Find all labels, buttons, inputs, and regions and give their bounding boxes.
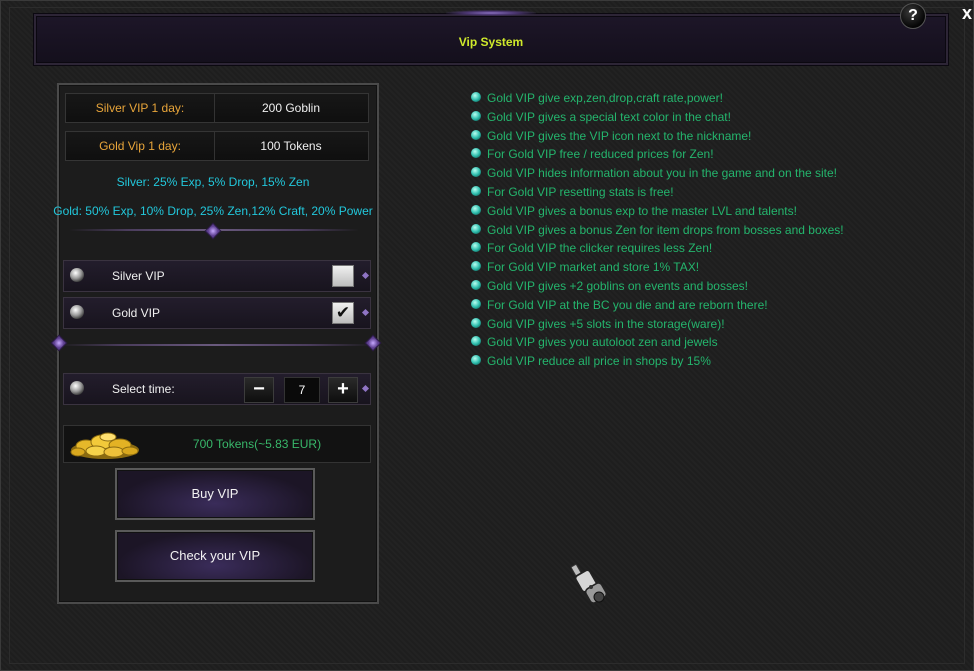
vip-purchase-panel: Silver VIP 1 day: 200 Goblin Gold Vip 1 … bbox=[53, 83, 379, 604]
list-item: Gold VIP gives a special text color in t… bbox=[471, 108, 941, 127]
feature-text: Gold VIP reduce all price in shops by 15… bbox=[487, 354, 711, 369]
silver-vip-label: Silver VIP bbox=[112, 269, 165, 283]
list-item: Gold VIP gives +5 slots in the storage(w… bbox=[471, 315, 941, 334]
list-item: For Gold VIP resetting stats is free! bbox=[471, 183, 941, 202]
gold-vip-checkbox[interactable]: ✔ bbox=[332, 302, 354, 324]
ornament-gem-icon bbox=[361, 384, 370, 393]
list-item: Gold VIP gives a bonus Zen for item drop… bbox=[471, 221, 941, 240]
title-ornament bbox=[446, 10, 536, 16]
divider-gem-icon bbox=[204, 222, 222, 240]
list-item: Gold VIP gives the VIP icon next to the … bbox=[471, 127, 941, 146]
list-item: Gold VIP hides information about you in … bbox=[471, 164, 941, 183]
ornament-gem-icon bbox=[361, 271, 370, 280]
decrease-time-button[interactable]: − bbox=[244, 377, 274, 403]
divider bbox=[59, 344, 373, 346]
feature-text: Gold VIP gives a bonus Zen for item drop… bbox=[487, 222, 844, 237]
gauntlet-cursor-icon bbox=[570, 564, 608, 604]
bullet-orb-icon bbox=[471, 261, 481, 272]
time-value-input[interactable]: 7 bbox=[284, 377, 320, 403]
silver-price-label: Silver VIP 1 day: bbox=[66, 94, 215, 122]
increase-time-button[interactable]: + bbox=[328, 377, 358, 403]
gold-price-value: 100 Tokens bbox=[260, 139, 322, 153]
silver-vip-checkbox[interactable] bbox=[332, 265, 354, 287]
bullet-orb-icon bbox=[471, 317, 481, 328]
bullet-orb-icon bbox=[471, 298, 481, 309]
silver-vip-option[interactable]: Silver VIP bbox=[63, 260, 371, 292]
feature-text: Gold VIP gives the VIP icon next to the … bbox=[487, 128, 752, 143]
feature-text: Gold VIP gives +5 slots in the storage(w… bbox=[487, 316, 725, 331]
bullet-orb-icon bbox=[471, 279, 481, 290]
silver-price-value: 200 Goblin bbox=[261, 101, 321, 115]
gold-price-row: Gold Vip 1 day: 100 Tokens bbox=[65, 131, 369, 161]
bullet-orb-icon bbox=[471, 129, 481, 140]
orb-icon bbox=[70, 268, 84, 282]
feature-text: For Gold VIP the clicker requires less Z… bbox=[487, 241, 713, 256]
feature-text: Gold VIP gives a special text color in t… bbox=[487, 109, 731, 124]
bullet-orb-icon bbox=[471, 355, 481, 366]
total-cost-row: 700 Tokens(~5.83 EUR) bbox=[63, 425, 371, 463]
check-vip-button[interactable]: Check your VIP bbox=[115, 530, 315, 582]
bullet-orb-icon bbox=[471, 336, 481, 347]
help-button[interactable]: ? bbox=[900, 3, 926, 29]
silver-price-row: Silver VIP 1 day: 200 Goblin bbox=[65, 93, 369, 123]
bullet-orb-icon bbox=[471, 92, 481, 102]
gold-vip-label: Gold VIP bbox=[112, 306, 161, 320]
orb-icon bbox=[70, 305, 84, 319]
gold-bonus-text: Gold: 50% Exp, 10% Drop, 25% Zen,12% Cra… bbox=[53, 204, 373, 218]
list-item: For Gold VIP market and store 1% TAX! bbox=[471, 258, 941, 277]
window-title: Vip System bbox=[458, 35, 524, 49]
ornament-gem-icon bbox=[361, 308, 370, 317]
bullet-orb-icon bbox=[471, 110, 481, 121]
list-item: For Gold VIP the clicker requires less Z… bbox=[471, 239, 941, 258]
feature-text: For Gold VIP market and store 1% TAX! bbox=[487, 260, 700, 275]
vip-features-list: Gold VIP give exp,zen,drop,craft rate,po… bbox=[471, 89, 941, 371]
select-time-label: Select time: bbox=[112, 382, 175, 396]
silver-bonus-text: Silver: 25% Exp, 5% Drop, 15% Zen bbox=[116, 175, 310, 189]
feature-text: Gold VIP give exp,zen,drop,craft rate,po… bbox=[487, 91, 723, 105]
feature-text: Gold VIP gives you autoloot zen and jewe… bbox=[487, 335, 718, 350]
bullet-orb-icon bbox=[471, 167, 481, 178]
feature-text: For Gold VIP at the BC you die and are r… bbox=[487, 297, 768, 312]
list-item: Gold VIP reduce all price in shops by 15… bbox=[471, 352, 941, 371]
list-item: For Gold VIP at the BC you die and are r… bbox=[471, 296, 941, 315]
list-item: Gold VIP gives +2 goblins on events and … bbox=[471, 277, 941, 296]
feature-text: Gold VIP gives +2 goblins on events and … bbox=[487, 278, 748, 293]
gold-vip-option[interactable]: Gold VIP ✔ bbox=[63, 297, 371, 329]
bullet-orb-icon bbox=[471, 185, 481, 196]
list-item: Gold VIP give exp,zen,drop,craft rate,po… bbox=[471, 89, 941, 108]
feature-text: Gold VIP gives a bonus exp to the master… bbox=[487, 203, 797, 218]
select-time-row: Select time: − 7 + bbox=[63, 373, 371, 405]
total-cost-text: 700 Tokens(~5.83 EUR) bbox=[192, 437, 322, 451]
feature-text: For Gold VIP free / reduced prices for Z… bbox=[487, 147, 714, 162]
feature-text: Gold VIP hides information about you in … bbox=[487, 166, 838, 181]
close-button[interactable]: x bbox=[959, 2, 974, 24]
list-item: Gold VIP gives a bonus exp to the master… bbox=[471, 202, 941, 221]
list-item: Gold VIP gives you autoloot zen and jewe… bbox=[471, 333, 941, 352]
bullet-orb-icon bbox=[471, 148, 481, 159]
gold-coins-icon bbox=[70, 432, 139, 459]
bullet-orb-icon bbox=[471, 223, 481, 234]
bullet-orb-icon bbox=[471, 242, 481, 253]
title-bar: Vip System bbox=[34, 10, 948, 65]
gold-price-label: Gold Vip 1 day: bbox=[66, 132, 215, 160]
buy-vip-button[interactable]: Buy VIP bbox=[115, 468, 315, 520]
feature-text: For Gold VIP resetting stats is free! bbox=[487, 184, 674, 199]
orb-icon bbox=[70, 381, 84, 395]
list-item: For Gold VIP free / reduced prices for Z… bbox=[471, 145, 941, 164]
bullet-orb-icon bbox=[471, 204, 481, 215]
vip-window: Vip System ? x Silver VIP 1 day: 200 Gob… bbox=[0, 0, 974, 671]
